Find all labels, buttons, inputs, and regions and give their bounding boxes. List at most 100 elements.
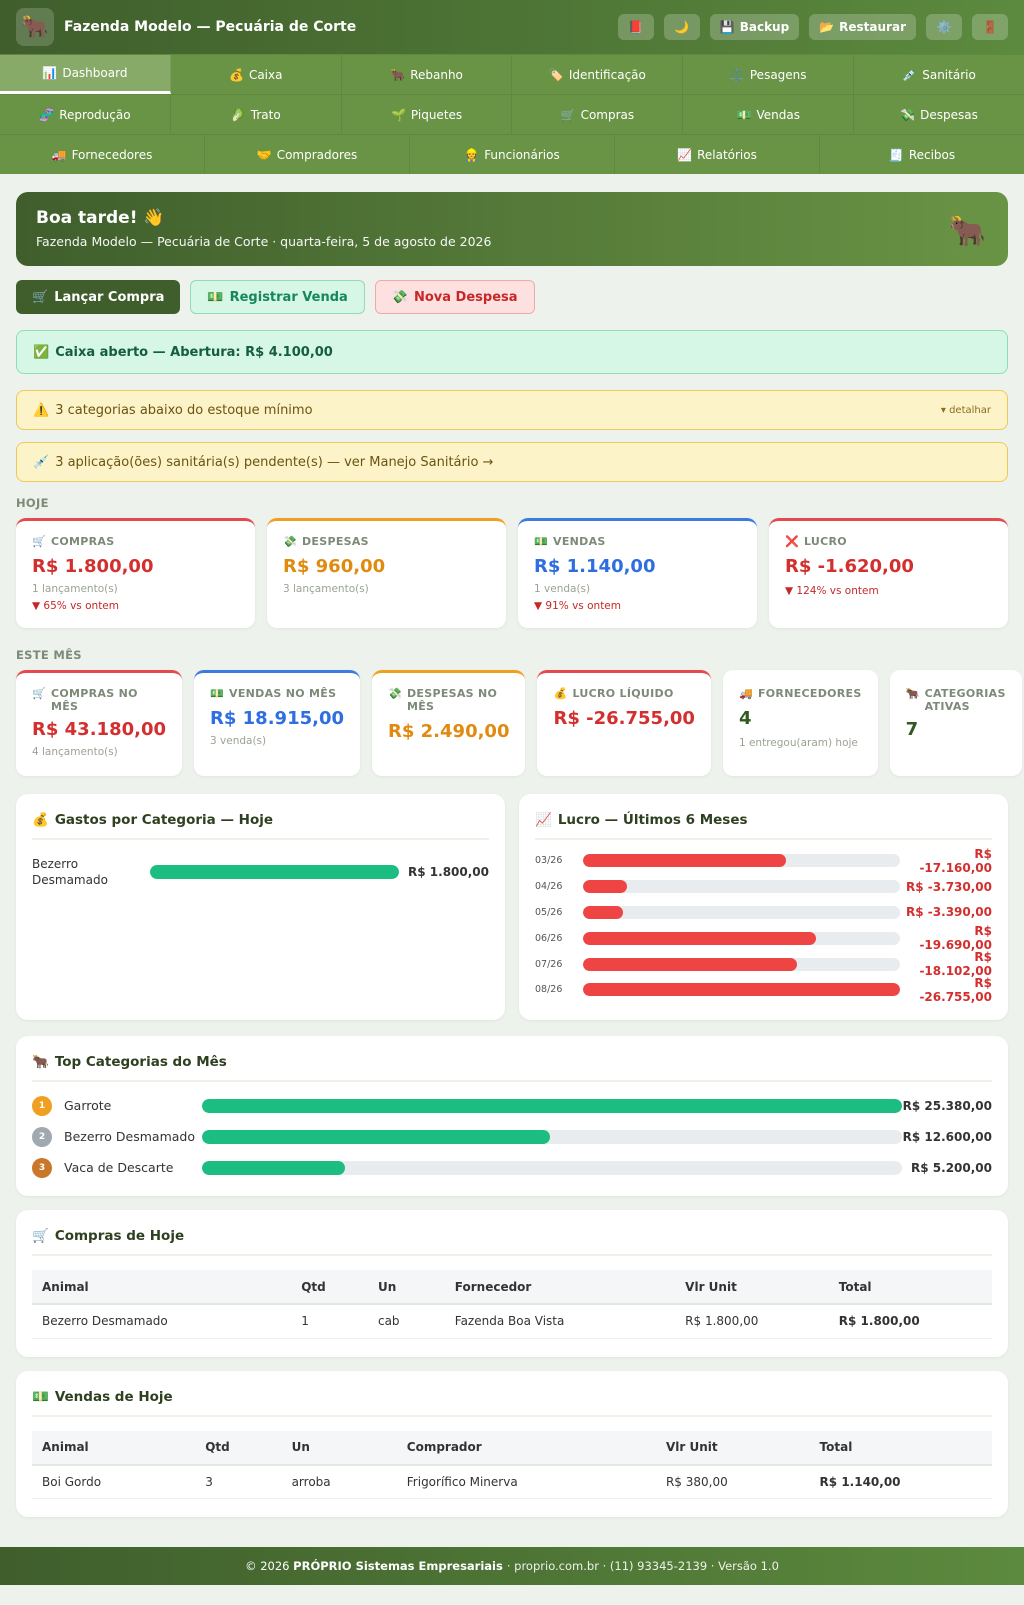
column-header: Un bbox=[281, 1430, 397, 1466]
stat-value: R$ 2.490,00 bbox=[388, 721, 510, 742]
cross-icon: ❌ bbox=[785, 535, 799, 548]
table-cell: R$ 380,00 bbox=[655, 1464, 810, 1499]
top-category-value: R$ 5.200,00 bbox=[911, 1160, 992, 1175]
stat-card-fornecedores: 🚚 FORNECEDORES 4 1 entregou(aram) hoje bbox=[722, 670, 878, 776]
table-cell: R$ 1.800,00 bbox=[675, 1304, 829, 1339]
stock-alert-text: 3 categorias abaixo do estoque mínimo bbox=[55, 402, 313, 418]
top-categories-list: 1 Garrote R$ 25.380,00 2 Bezerro Desmama… bbox=[32, 1095, 992, 1178]
today-stats: 🛒 COMPRAS R$ 1.800,00 1 lançamento(s) ▼ 6… bbox=[16, 518, 1008, 628]
table-row[interactable]: Boi Gordo 3 arroba Frigorífico Minerva R… bbox=[32, 1464, 992, 1499]
nav-compras[interactable]: 🛒 Compras bbox=[512, 95, 684, 134]
nav-reproducao[interactable]: 🧬 Reprodução bbox=[0, 95, 171, 134]
stat-value: R$ 960,00 bbox=[283, 556, 386, 577]
restore-button[interactable]: 📂 Restaurar bbox=[809, 14, 916, 40]
stat-card-despesas-mes: 💸 DESPESAS NO MÊS R$ 2.490,00 bbox=[372, 670, 526, 776]
folder-icon: 📂 bbox=[819, 20, 835, 34]
report-icon: 📈 bbox=[677, 147, 693, 162]
stat-card-despesas: 💸 DESPESAS R$ 960,00 3 lançamento(s) bbox=[267, 518, 506, 628]
column-header: Comprador bbox=[396, 1430, 656, 1466]
backup-button[interactable]: 💾 Backup bbox=[709, 14, 800, 40]
panel-title: Vendas de Hoje bbox=[54, 1388, 173, 1405]
settings-button[interactable]: ⚙️ bbox=[926, 14, 962, 40]
nav-piquetes[interactable]: 🌱 Piquetes bbox=[342, 95, 513, 134]
table-cell: R$ 1.800,00 bbox=[828, 1304, 992, 1339]
profit-row: 07/26 R$ -18.102,00 bbox=[535, 950, 992, 978]
purchases-today-panel: 🛒 Compras de Hoje Animal Qtd Un Fornecedo… bbox=[16, 1210, 1008, 1357]
nav-label: Dashboard bbox=[62, 66, 128, 80]
nav-compradores[interactable]: 🤝 Compradores bbox=[205, 135, 410, 174]
truck-icon: 🚚 bbox=[738, 687, 753, 700]
table-row[interactable]: Bezerro Desmamado 1 cab Fazenda Boa Vist… bbox=[32, 1304, 992, 1339]
new-expense-button[interactable]: 💸 Nova Despesa bbox=[374, 280, 535, 314]
nav-recibos[interactable]: 🧾 Recibos bbox=[820, 135, 1024, 174]
add-purchase-button[interactable]: 🛒 Lançar Compra bbox=[16, 280, 181, 314]
sanitary-alert[interactable]: 💉 3 aplicação(ões) sanitária(s) pendente… bbox=[16, 442, 1008, 482]
logout-button[interactable]: 🚪 bbox=[972, 14, 1008, 40]
table-cell: arroba bbox=[281, 1464, 397, 1499]
cattle-icon: 🐂 bbox=[32, 1054, 49, 1070]
profit-bar-fill bbox=[583, 905, 624, 919]
moon-icon: 🌙 bbox=[674, 20, 690, 34]
nav-identificacao[interactable]: 🏷️ Identificação bbox=[512, 55, 684, 94]
nav-pesagens[interactable]: ⚖️ Pesagens bbox=[683, 55, 855, 94]
table-cell: 1 bbox=[291, 1304, 368, 1339]
nav-caixa[interactable]: 💰 Caixa bbox=[171, 55, 342, 94]
nav-label: Despesas bbox=[920, 107, 978, 122]
money-wings-icon: 💸 bbox=[388, 687, 402, 700]
manual-button[interactable]: 📕 bbox=[617, 14, 654, 40]
stock-alert[interactable]: ⚠️ 3 categorias abaixo do estoque mínimo… bbox=[16, 390, 1008, 430]
details-toggle[interactable]: ▾ detalhar bbox=[941, 405, 991, 416]
theme-toggle-button[interactable]: 🌙 bbox=[663, 14, 700, 40]
profit-bar-fill bbox=[583, 957, 798, 971]
nav-label: Relatórios bbox=[697, 147, 757, 162]
nav-row-2: 🧬 Reprodução 🥬 Trato 🌱 Piquetes 🛒 Compras 💵 V… bbox=[0, 94, 1024, 134]
truck-icon: 🚚 bbox=[51, 147, 67, 162]
stat-card-compras: 🛒 COMPRAS R$ 1.800,00 1 lançamento(s) ▼ 6… bbox=[16, 518, 255, 628]
sales-table: Animal Qtd Un Comprador Vlr Unit Total B… bbox=[32, 1430, 992, 1499]
app-title: Fazenda Modelo — Pecuária de Corte bbox=[64, 19, 357, 35]
register-sale-button[interactable]: 💵 Registrar Venda bbox=[190, 280, 365, 314]
top-bar: 🐂 Fazenda Modelo — Pecuária de Corte 📕 🌙… bbox=[0, 0, 1024, 54]
register-sale-label: Registrar Venda bbox=[229, 289, 348, 305]
profit-bar bbox=[583, 880, 900, 894]
stat-delta: ▼ 65% vs ontem bbox=[32, 600, 119, 612]
nav-label: Vendas bbox=[756, 107, 800, 122]
stat-label: LUCRO bbox=[804, 535, 847, 548]
quick-actions: 🛒 Lançar Compra 💵 Registrar Venda 💸 Nova De… bbox=[16, 280, 1008, 314]
greeting-title: Boa tarde! 👋 bbox=[36, 208, 165, 228]
top-category-bar bbox=[202, 1129, 902, 1144]
category-bar bbox=[150, 865, 399, 880]
nav-sanitario[interactable]: 💉 Sanitário bbox=[854, 55, 1024, 94]
nav-dashboard[interactable]: 📊 Dashboard bbox=[0, 55, 171, 94]
stat-delta: ▼ 124% vs ontem bbox=[785, 585, 879, 597]
nav-fornecedores[interactable]: 🚚 Fornecedores bbox=[0, 135, 205, 174]
profit-bar bbox=[583, 854, 900, 868]
table-cell: Fazenda Boa Vista bbox=[444, 1304, 676, 1339]
top-category-bar-fill bbox=[202, 1160, 346, 1175]
nav-funcionarios[interactable]: 👷 Funcionários bbox=[410, 135, 615, 174]
nav-trato[interactable]: 🥬 Trato bbox=[171, 95, 342, 134]
profit-bar-fill bbox=[583, 931, 817, 945]
nav-label: Funcionários bbox=[484, 147, 560, 162]
table-cell: 3 bbox=[195, 1464, 282, 1499]
table-cell: Bezerro Desmamado bbox=[32, 1304, 292, 1339]
spending-by-category-panel: 💰 Gastos por Categoria — Hoje Bezerro Des… bbox=[16, 794, 505, 1020]
column-header: Vlr Unit bbox=[675, 1270, 829, 1305]
cart-icon: 🛒 bbox=[32, 535, 46, 548]
dna-icon: 🧬 bbox=[39, 107, 55, 122]
profit-month: 05/26 bbox=[535, 906, 563, 918]
panel-title: Compras de Hoje bbox=[54, 1228, 185, 1244]
logo: 🐂 bbox=[16, 8, 54, 46]
nav-rebanho[interactable]: 🐂 Rebanho bbox=[342, 55, 513, 94]
money-bag-icon: 💰 bbox=[229, 67, 244, 82]
stat-card-compras-mes: 🛒 COMPRAS NO MÊS R$ 43.180,00 4 lançament… bbox=[16, 670, 182, 776]
category-value: R$ 1.800,00 bbox=[408, 865, 489, 880]
stat-sub: 1 entregou(aram) hoje bbox=[738, 737, 858, 749]
nav-label: Recibos bbox=[908, 147, 956, 162]
stat-sub: 1 lançamento(s) bbox=[32, 583, 118, 595]
nav-vendas[interactable]: 💵 Vendas bbox=[683, 95, 855, 134]
nav-despesas[interactable]: 💸 Despesas bbox=[854, 95, 1024, 134]
nav-relatorios[interactable]: 📈 Relatórios bbox=[615, 135, 820, 174]
column-header: Animal bbox=[32, 1270, 292, 1305]
profit-value: R$ -3.390,00 bbox=[906, 905, 992, 920]
